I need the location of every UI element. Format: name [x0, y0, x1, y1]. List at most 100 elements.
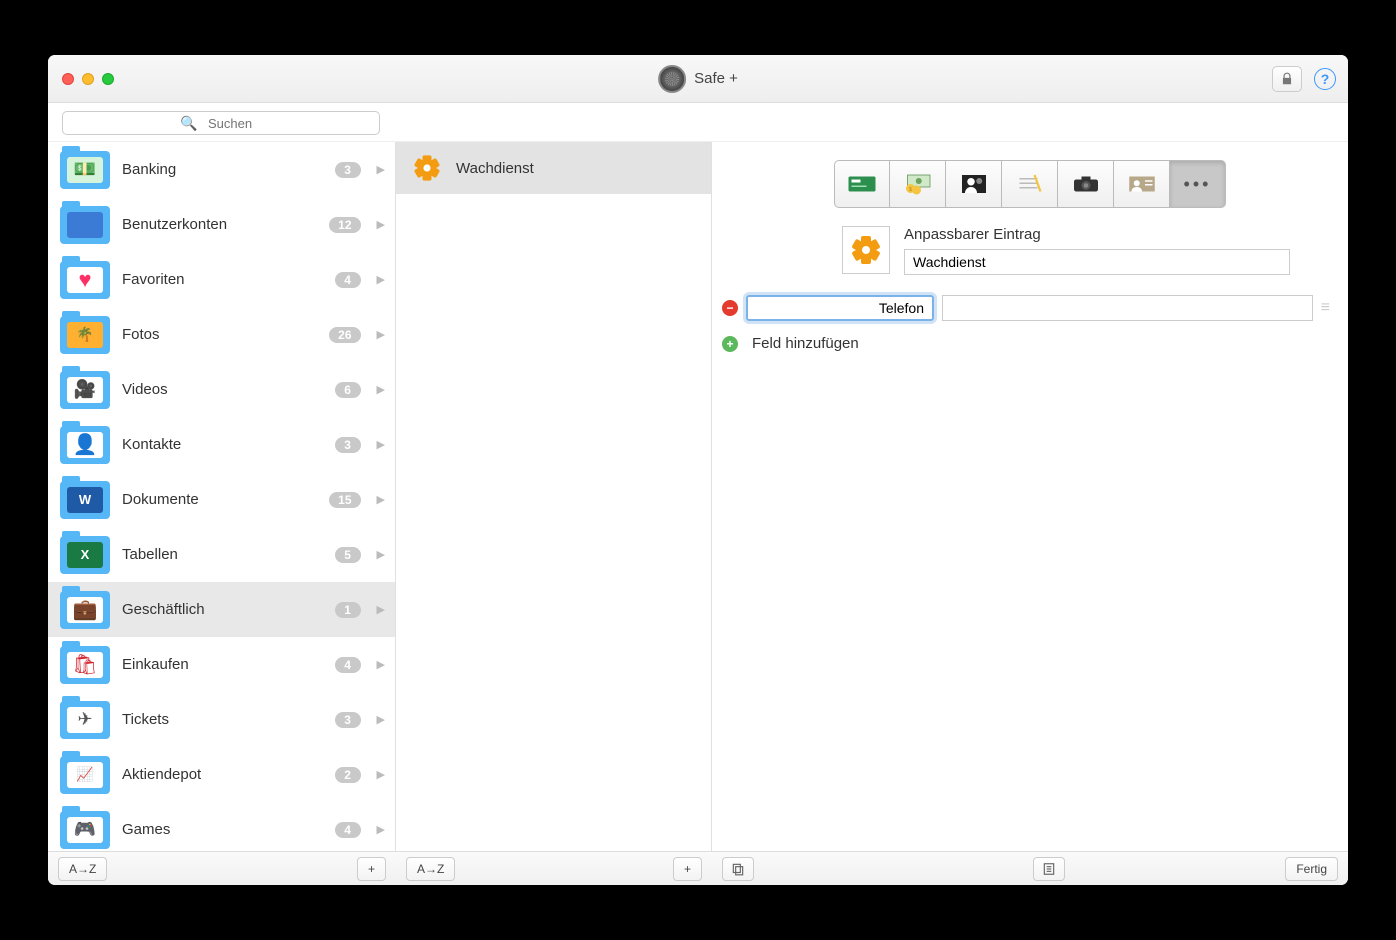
- app-window: Safe + ? 🔍 💵 Banking 3 ▶ Ben: [48, 55, 1348, 885]
- category-count-badge: 3: [335, 162, 361, 178]
- svg-text:$: $: [909, 187, 912, 193]
- copy-icon: [731, 862, 745, 876]
- folder-icon: 💵: [60, 151, 110, 189]
- category-count-badge: 2: [335, 767, 361, 783]
- category-label: Geschäftlich: [122, 601, 323, 618]
- category-label: Einkaufen: [122, 656, 323, 673]
- chevron-right-icon: ▶: [377, 493, 385, 506]
- entry-name-input[interactable]: [904, 249, 1290, 275]
- folder-icon: 💼: [60, 591, 110, 629]
- form-icon: [1042, 862, 1056, 876]
- add-category-button[interactable]: +: [357, 857, 386, 881]
- category-banking[interactable]: 💵 Banking 3 ▶: [48, 142, 395, 197]
- folder-icon: 🛍: [60, 646, 110, 684]
- add-field-label: Feld hinzufügen: [752, 335, 859, 352]
- traffic-lights: [48, 73, 114, 85]
- category-accounts[interactable]: Benutzerkonten 12 ▶: [48, 197, 395, 252]
- category-business[interactable]: 💼 Geschäftlich 1 ▶: [48, 582, 395, 637]
- folder-icon: X: [60, 536, 110, 574]
- category-favorites[interactable]: ♥ Favoriten 4 ▶: [48, 252, 395, 307]
- category-label: Benutzerkonten: [122, 216, 317, 233]
- minimize-window-button[interactable]: [82, 73, 94, 85]
- category-label: Aktiendepot: [122, 766, 323, 783]
- field-label-input[interactable]: [746, 295, 934, 321]
- category-label: Dokumente: [122, 491, 317, 508]
- lock-button[interactable]: [1272, 66, 1302, 92]
- folder-icon: 📈: [60, 756, 110, 794]
- category-tables[interactable]: X Tabellen 5 ▶: [48, 527, 395, 582]
- credit-card-icon: [847, 172, 877, 196]
- category-sidebar: 💵 Banking 3 ▶ Benutzerkonten 12 ▶ ♥ Favo…: [48, 142, 396, 851]
- category-count-badge: 12: [329, 217, 360, 233]
- footer-toolbar: A→Z + A→Z + Fertig: [48, 851, 1348, 885]
- close-window-button[interactable]: [62, 73, 74, 85]
- sort-categories-button[interactable]: A→Z: [58, 857, 107, 881]
- type-note-button[interactable]: [1002, 160, 1058, 208]
- category-count-badge: 15: [329, 492, 360, 508]
- folder-icon: ✈: [60, 701, 110, 739]
- entry-type-icon: [842, 226, 890, 274]
- search-input[interactable]: [62, 111, 380, 135]
- chevron-right-icon: ▶: [377, 163, 385, 176]
- chevron-right-icon: ▶: [377, 218, 385, 231]
- category-documents[interactable]: W Dokumente 15 ▶: [48, 472, 395, 527]
- category-label: Games: [122, 821, 323, 838]
- chevron-right-icon: ▶: [377, 823, 385, 836]
- chevron-right-icon: ▶: [377, 438, 385, 451]
- field-value-input[interactable]: [942, 295, 1313, 321]
- app-title-text: Safe +: [694, 70, 738, 87]
- chevron-right-icon: ▶: [377, 548, 385, 561]
- type-toolbar: $ •••: [712, 142, 1348, 218]
- category-games[interactable]: 🎮 Games 4 ▶: [48, 802, 395, 851]
- category-videos[interactable]: 🎥 Videos 6 ▶: [48, 362, 395, 417]
- drag-handle-icon[interactable]: ≡: [1321, 299, 1328, 317]
- field-row: − ≡: [712, 289, 1348, 327]
- type-custom-button[interactable]: •••: [1170, 160, 1226, 208]
- category-count-badge: 1: [335, 602, 361, 618]
- category-tickets[interactable]: ✈ Tickets 3 ▶: [48, 692, 395, 747]
- category-label: Kontakte: [122, 436, 323, 453]
- category-count-badge: 4: [335, 822, 361, 838]
- add-field-button[interactable]: +: [722, 336, 738, 352]
- done-button[interactable]: Fertig: [1285, 857, 1338, 881]
- type-photo-button[interactable]: [1058, 160, 1114, 208]
- category-count-badge: 4: [335, 657, 361, 673]
- folder-icon: 🌴: [60, 316, 110, 354]
- category-label: Fotos: [122, 326, 317, 343]
- folder-icon: 👤: [60, 426, 110, 464]
- category-count-badge: 26: [329, 327, 360, 343]
- vault-icon: [658, 65, 686, 93]
- category-count-badge: 6: [335, 382, 361, 398]
- type-contact-button[interactable]: [946, 160, 1002, 208]
- money-icon: $: [903, 172, 933, 196]
- sort-entries-button[interactable]: A→Z: [406, 857, 455, 881]
- folder-icon: 🎮: [60, 811, 110, 849]
- zoom-window-button[interactable]: [102, 73, 114, 85]
- category-contacts[interactable]: 👤 Kontakte 3 ▶: [48, 417, 395, 472]
- category-stocks[interactable]: 📈 Aktiendepot 2 ▶: [48, 747, 395, 802]
- titlebar: Safe + ?: [48, 55, 1348, 103]
- copy-button[interactable]: [722, 857, 754, 881]
- add-field-row[interactable]: + Feld hinzufügen: [712, 327, 1348, 360]
- category-label: Videos: [122, 381, 323, 398]
- folder-icon: W: [60, 481, 110, 519]
- category-label: Tabellen: [122, 546, 323, 563]
- category-count-badge: 4: [335, 272, 361, 288]
- category-photos[interactable]: 🌴 Fotos 26 ▶: [48, 307, 395, 362]
- chevron-right-icon: ▶: [377, 603, 385, 616]
- type-card-button[interactable]: [834, 160, 890, 208]
- detail-pane: $ •••: [712, 142, 1348, 851]
- entry-list: Wachdienst: [396, 142, 712, 851]
- category-count-badge: 3: [335, 712, 361, 728]
- help-button[interactable]: ?: [1314, 68, 1336, 90]
- entry-item[interactable]: Wachdienst: [396, 142, 711, 194]
- remove-field-button[interactable]: −: [722, 300, 738, 316]
- add-entry-button[interactable]: +: [673, 857, 702, 881]
- chevron-right-icon: ▶: [377, 328, 385, 341]
- category-shopping[interactable]: 🛍 Einkaufen 4 ▶: [48, 637, 395, 692]
- type-id-button[interactable]: [1114, 160, 1170, 208]
- template-button[interactable]: [1033, 857, 1065, 881]
- chevron-right-icon: ▶: [377, 273, 385, 286]
- chevron-right-icon: ▶: [377, 713, 385, 726]
- type-banking-button[interactable]: $: [890, 160, 946, 208]
